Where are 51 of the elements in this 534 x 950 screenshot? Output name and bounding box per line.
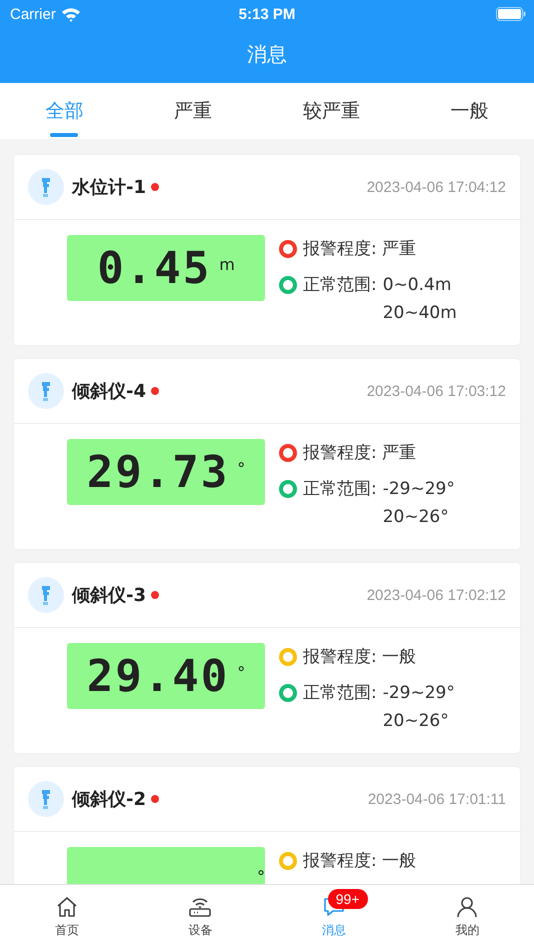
filter-tab[interactable]: 一般 xyxy=(438,83,501,139)
reading-unit: m xyxy=(219,255,235,274)
severity-text: 报警程度: 一般 xyxy=(303,646,416,669)
severity-text: 报警程度: 严重 xyxy=(303,442,416,465)
alert-time: 2023-04-06 17:01:11 xyxy=(368,790,506,808)
alert-time: 2023-04-06 17:02:12 xyxy=(366,586,506,604)
range-value: 20~26° xyxy=(382,506,450,529)
device-name: 倾斜仪-2 xyxy=(72,788,146,811)
severity-text: 报警程度: 严重 xyxy=(303,238,416,261)
filter-tab[interactable]: 严重 xyxy=(162,83,224,139)
reading-value: 29.40 xyxy=(86,650,230,702)
unread-count-badge: 99+ xyxy=(328,889,368,909)
page-title: 消息 xyxy=(246,41,288,68)
alert-card[interactable]: 倾斜仪-2 2023-04-06 17:01:11 ° 报警程度: 一般 xyxy=(14,767,520,884)
nav-tab[interactable]: 我的 xyxy=(400,885,534,950)
alert-card[interactable]: 倾斜仪-3 2023-04-06 17:02:12 29.40 ° 报警程度: 一般 正常范围: -29~29° 20~26° xyxy=(14,563,520,753)
reading-value: 29.73 xyxy=(86,446,230,498)
alert-time: 2023-04-06 17:04:12 xyxy=(366,178,506,196)
person-icon xyxy=(455,895,480,919)
range-label: 正常范围: xyxy=(303,478,377,501)
device-name: 倾斜仪-3 xyxy=(72,584,146,607)
tab-indicator xyxy=(50,133,78,137)
range-value: 20~40m xyxy=(382,302,457,325)
severity-text: 报警程度: 一般 xyxy=(303,850,416,873)
sensor-icon xyxy=(28,169,64,205)
sensor-icon xyxy=(28,577,64,613)
battery-icon xyxy=(496,7,526,21)
wifi-icon xyxy=(60,6,81,22)
alert-card[interactable]: 倾斜仪-4 2023-04-06 17:03:12 29.73 ° 报警程度: 严重 正常范围: -29~29° 20~26° xyxy=(14,359,520,549)
status-time: 5:13 PM xyxy=(238,6,296,22)
alert-time: 2023-04-06 17:03:12 xyxy=(366,382,506,400)
nav-tab[interactable]: 消息 99+ xyxy=(267,885,400,950)
filter-tab[interactable]: 较严重 xyxy=(290,83,372,139)
range-value: -29~29° xyxy=(382,682,455,705)
nav-tab[interactable]: 首页 xyxy=(0,885,134,950)
range-value: -29~29° xyxy=(382,478,455,501)
sensor-icon xyxy=(28,373,64,409)
reading-value: 0.45 xyxy=(97,242,212,294)
reading-unit: ° xyxy=(237,663,246,682)
sensor-icon xyxy=(28,781,64,817)
reading-unit: ° xyxy=(237,459,246,478)
home-icon xyxy=(54,895,79,919)
range-value: 20~26° xyxy=(382,710,450,733)
carrier-label: Carrier xyxy=(10,6,56,22)
device-name: 倾斜仪-4 xyxy=(72,380,146,403)
reading-unit: ° xyxy=(257,867,265,884)
range-label: 正常范围: xyxy=(303,274,377,297)
range-value: 0~0.4m xyxy=(382,274,452,297)
nav-tab[interactable]: 设备 xyxy=(134,885,267,950)
range-label: 正常范围: xyxy=(303,682,377,705)
device-name: 水位计-1 xyxy=(72,176,146,199)
